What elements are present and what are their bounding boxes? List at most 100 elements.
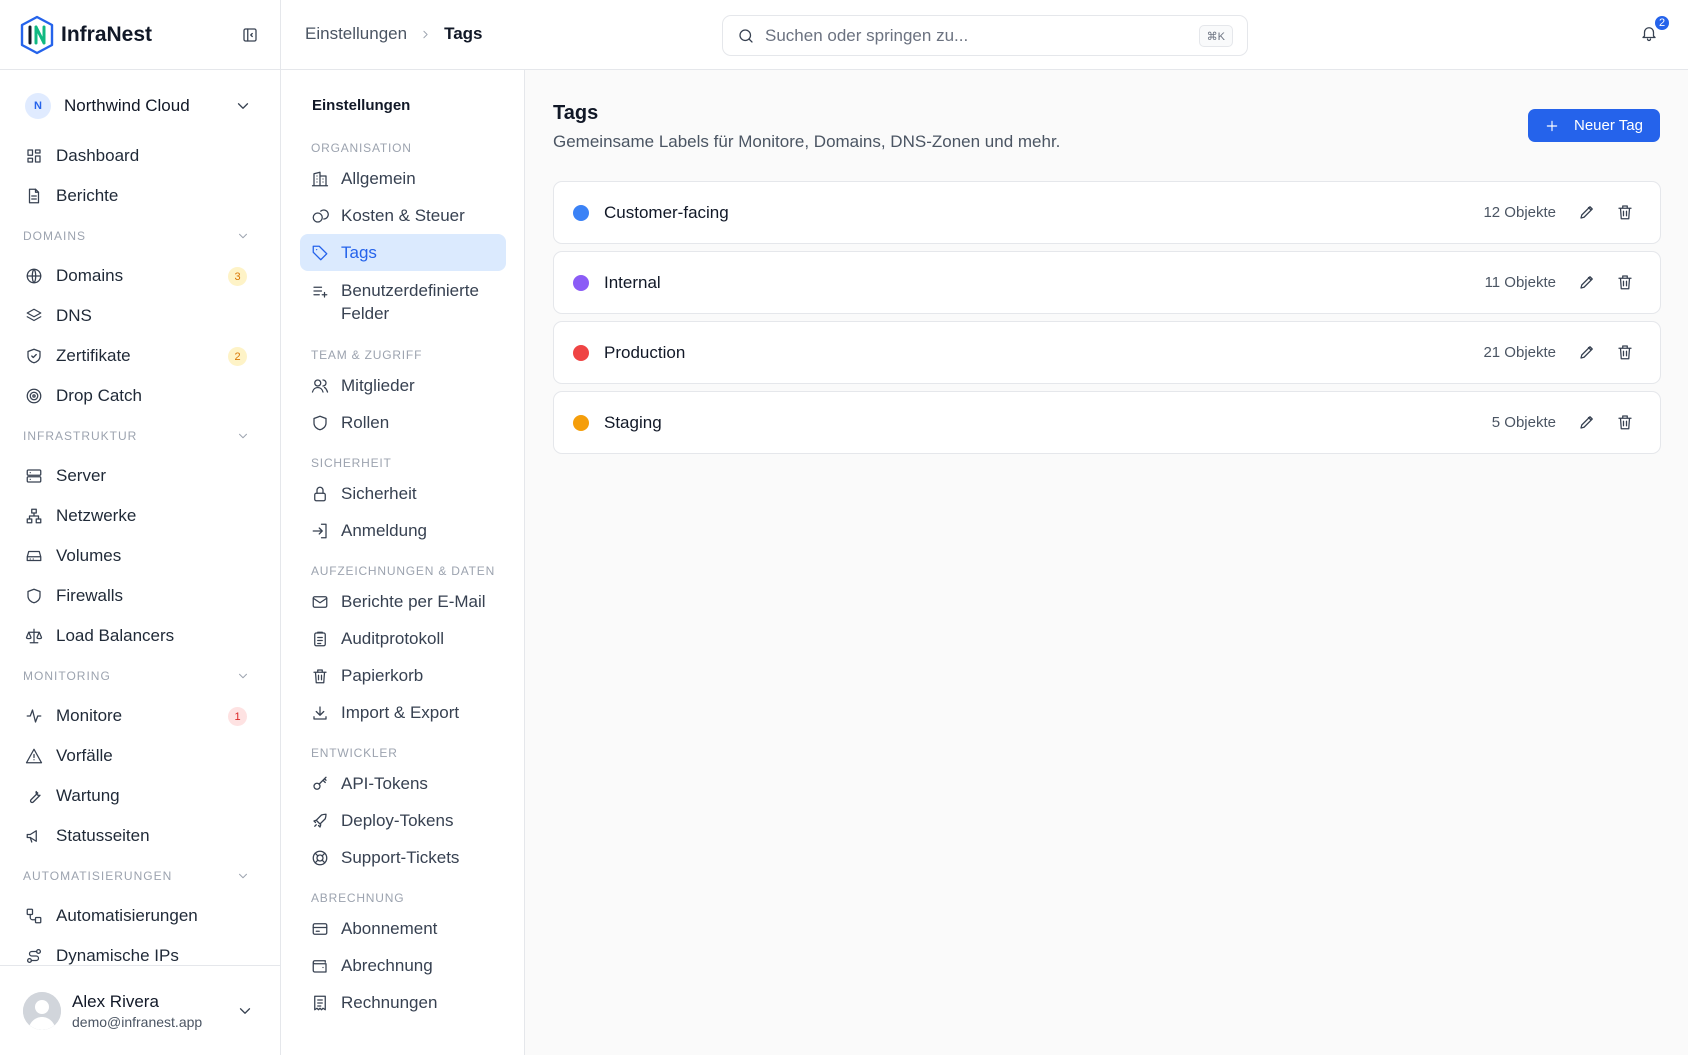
main-sidebar: InfraNest N Northwind Cloud Dashboard Be… (0, 0, 281, 1055)
settings-item-kosten-steuer[interactable]: Kosten & Steuer (300, 197, 506, 234)
user-email: demo@infranest.app (72, 1013, 203, 1030)
search-placeholder: Suchen oder springen zu... (765, 25, 969, 45)
sidebar-item-server[interactable]: Server (14, 456, 266, 496)
settings-item-auditprotokoll[interactable]: Auditprotokoll (300, 620, 506, 657)
tag-row[interactable]: Staging 5 Objekte (553, 391, 1661, 454)
settings-item-api-tokens[interactable]: API-Tokens (300, 765, 506, 802)
settings-item-berichte-email[interactable]: Berichte per E-Mail (300, 583, 506, 620)
tag-row[interactable]: Internal 11 Objekte (553, 251, 1661, 314)
users-icon (311, 378, 329, 393)
lock-icon (314, 486, 326, 501)
mail-icon (312, 595, 328, 608)
count-badge: 1 (228, 707, 247, 726)
settings-item-import-export[interactable]: Import & Export (300, 694, 506, 731)
pencil-icon[interactable] (1578, 343, 1596, 361)
sidebar-item-automatisierungen[interactable]: Automatisierungen (14, 896, 266, 936)
settings-item-abrechnung[interactable]: Abrechnung (300, 947, 506, 984)
target-icon (26, 388, 42, 404)
settings-section-entwickler: ENTWICKLER (311, 746, 398, 760)
chevron-down-icon (239, 233, 247, 239)
notifications-button[interactable]: 2 (1640, 14, 1671, 42)
notification-count-badge: 2 (1653, 14, 1671, 32)
settings-item-benutzerdefinierte-felder[interactable]: Benutzerdefinierte Felder (300, 271, 506, 333)
sidebar-section-domains[interactable]: DOMAINS (14, 216, 266, 256)
settings-item-rechnungen[interactable]: Rechnungen (300, 984, 506, 1021)
settings-section-organisation: ORGANISATION (311, 141, 412, 155)
sidebar-item-netzwerke[interactable]: Netzwerke (14, 496, 266, 536)
dashboard-icon (27, 149, 41, 163)
tag-color-dot (573, 204, 589, 221)
sidebar-item-firewalls[interactable]: Firewalls (14, 576, 266, 616)
settings-section-sicherheit: SICHERHEIT (311, 456, 392, 470)
scale-icon (25, 628, 43, 644)
sidebar-item-monitore[interactable]: Monitore 1 (14, 696, 266, 736)
sidebar-item-dashboard[interactable]: Dashboard (14, 136, 266, 176)
sidebar-nav: Dashboard Berichte DOMAINS Domains 3 DNS… (14, 136, 266, 976)
user-menu[interactable]: Alex Rivera demo@infranest.app (0, 965, 280, 1055)
tag-row[interactable]: Production 21 Objekte (553, 321, 1661, 384)
trash-icon[interactable] (1616, 343, 1634, 361)
trash-icon[interactable] (1616, 413, 1634, 431)
trash-icon[interactable] (1616, 203, 1634, 221)
sidebar-item-drop-catch[interactable]: Drop Catch (14, 376, 266, 416)
wrench-icon (29, 790, 41, 804)
breadcrumb: Einstellungen Tags (305, 24, 483, 44)
document-icon (28, 188, 40, 204)
settings-item-abonnement[interactable]: Abonnement (300, 910, 506, 947)
user-name: Alex Rivera (72, 991, 159, 1011)
breadcrumb-current: Tags (444, 24, 483, 43)
tag-row[interactable]: Customer-facing 12 Objekte (553, 181, 1661, 244)
chevron-right-icon (423, 30, 428, 38)
sidebar-section-automatisierungen[interactable]: AUTOMATISIERUNGEN (14, 856, 266, 896)
settings-item-deploy-tokens[interactable]: Deploy-Tokens (300, 802, 506, 839)
settings-nav-list: ORGANISATION Allgemein Kosten & Steuer T… (300, 126, 506, 1021)
tag-name: Staging (604, 412, 662, 432)
new-tag-button[interactable]: Neuer Tag (1528, 109, 1660, 142)
clipboard-icon (314, 631, 326, 646)
rocket-icon (313, 813, 327, 828)
count-badge: 2 (228, 347, 247, 366)
pencil-icon[interactable] (1578, 413, 1596, 431)
shield-icon (27, 588, 41, 604)
tag-count: 21 Objekte (1483, 344, 1556, 361)
settings-item-tags[interactable]: Tags (300, 234, 506, 271)
credit-card-icon (312, 922, 328, 935)
tag-name: Internal (604, 272, 661, 292)
settings-item-papierkorb[interactable]: Papierkorb (300, 657, 506, 694)
settings-item-anmeldung[interactable]: Anmeldung (300, 512, 506, 549)
sidebar-item-wartung[interactable]: Wartung (14, 776, 266, 816)
sidebar-item-statusseiten[interactable]: Statusseiten (14, 816, 266, 856)
coins-icon (312, 208, 329, 223)
sidebar-item-vorfaelle[interactable]: Vorfälle (14, 736, 266, 776)
search-icon (739, 28, 753, 43)
settings-item-sicherheit[interactable]: Sicherheit (300, 475, 506, 512)
sidebar-section-infrastruktur[interactable]: INFRASTRUKTUR (14, 416, 266, 456)
tag-color-dot (573, 274, 589, 291)
sidebar-item-dns[interactable]: DNS (14, 296, 266, 336)
sidebar-item-load-balancers[interactable]: Load Balancers (14, 616, 266, 656)
settings-item-rollen[interactable]: Rollen (300, 404, 506, 441)
pencil-icon[interactable] (1578, 273, 1596, 291)
receipt-icon (314, 995, 326, 1010)
trash-icon[interactable] (1616, 273, 1634, 291)
pencil-icon[interactable] (1578, 203, 1596, 221)
search-input[interactable]: Suchen oder springen zu... ⌘K (722, 15, 1248, 56)
sidebar-item-label: Berichte (56, 186, 119, 205)
settings-item-mitglieder[interactable]: Mitglieder (300, 367, 506, 404)
org-switcher[interactable]: N Northwind Cloud (14, 88, 266, 124)
sidebar-collapse-icon[interactable] (241, 26, 259, 44)
network-icon (26, 508, 42, 524)
infranest-logo-icon[interactable] (19, 15, 55, 55)
settings-item-support-tickets[interactable]: Support-Tickets (300, 839, 506, 876)
sidebar-section-monitoring[interactable]: MONITORING (14, 656, 266, 696)
page-title: Tags (553, 102, 599, 124)
sidebar-item-domains[interactable]: Domains 3 (14, 256, 266, 296)
breadcrumb-einstellungen[interactable]: Einstellungen (305, 24, 407, 44)
sidebar-item-zertifikate[interactable]: Zertifikate 2 (14, 336, 266, 376)
settings-item-allgemein[interactable]: Allgemein (300, 160, 506, 197)
route-icon (26, 948, 42, 964)
chevron-down-icon (239, 673, 247, 679)
settings-nav-title: Einstellungen (312, 97, 411, 114)
sidebar-item-volumes[interactable]: Volumes (14, 536, 266, 576)
sidebar-item-berichte[interactable]: Berichte (14, 176, 266, 216)
